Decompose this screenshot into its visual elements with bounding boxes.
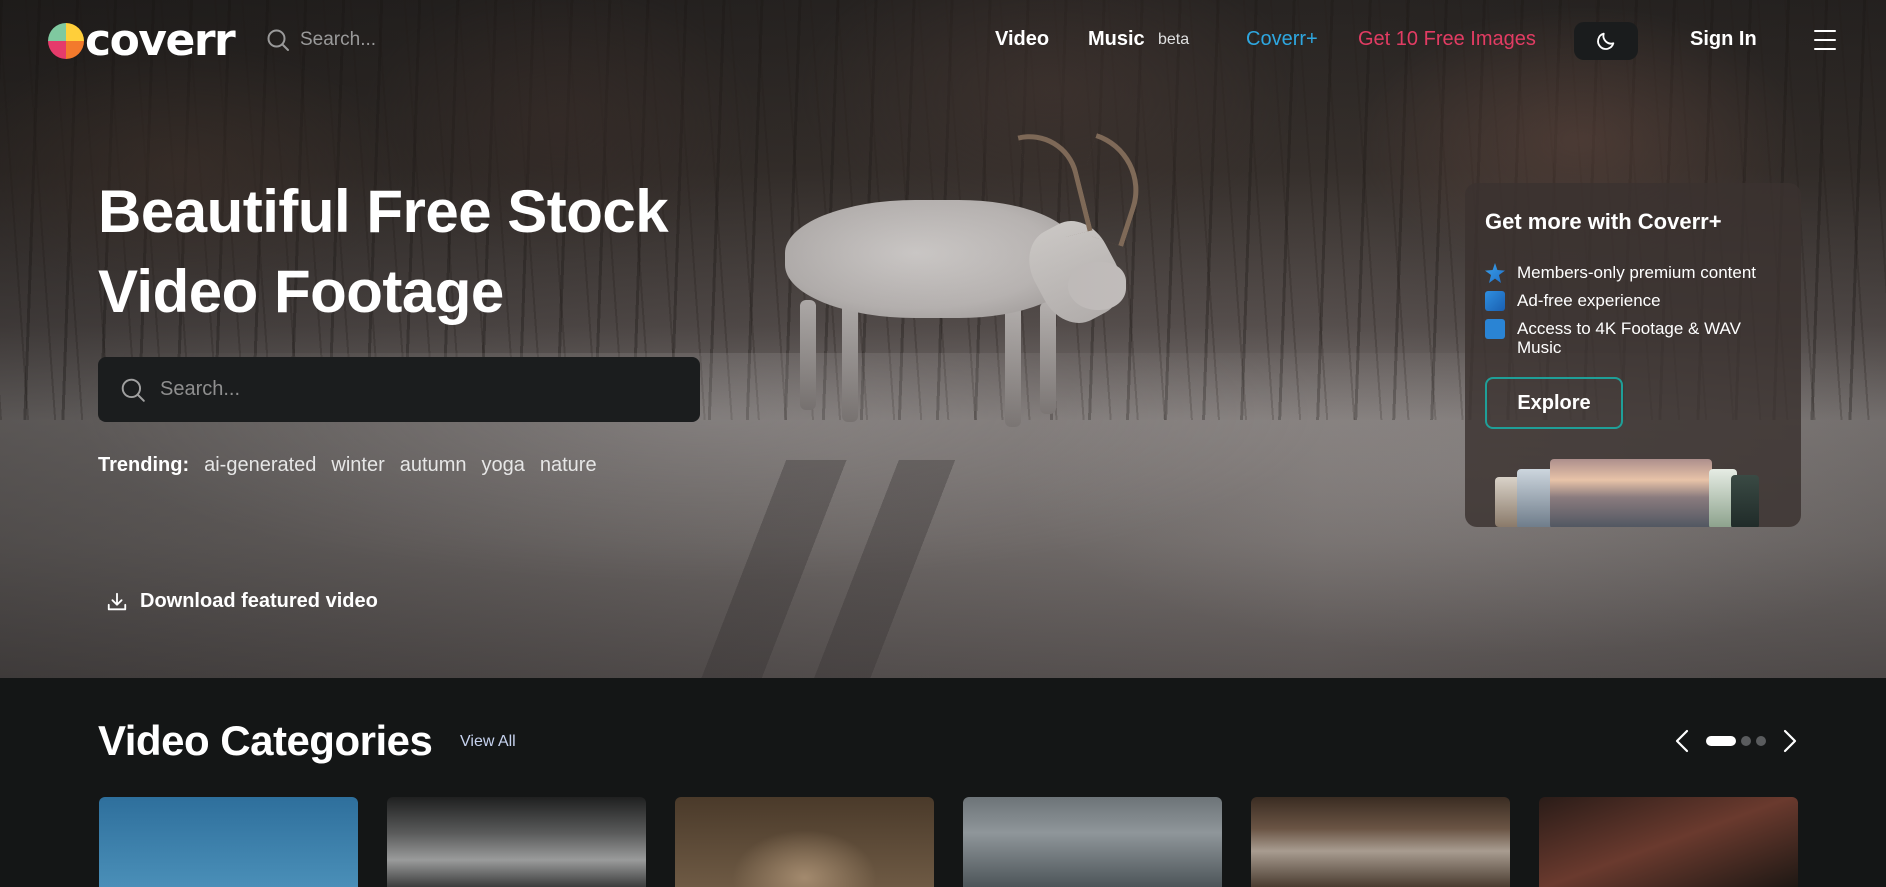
hero-title: Beautiful Free Stock Video Footage <box>98 172 738 332</box>
carousel-dot[interactable] <box>1741 736 1751 746</box>
hero-title-line2: Video Footage <box>98 258 504 325</box>
download-label: Download featured video <box>140 590 378 612</box>
premium-star-icon <box>1485 263 1505 283</box>
category-card[interactable] <box>99 797 358 887</box>
music-beta-badge: beta <box>1158 31 1190 48</box>
logo-mark <box>48 23 84 59</box>
trending-tags: Trending: ai-generated winter autumn yog… <box>98 454 597 477</box>
video-categories-title: Video Categories <box>98 717 433 764</box>
coverr-plus-promo-card: Get more with Coverr+ Members-only premi… <box>1465 183 1801 527</box>
hero-title-line1: Beautiful Free Stock <box>98 178 669 245</box>
nav-coverr-plus-link[interactable]: Coverr+ <box>1246 28 1318 51</box>
download-icon <box>107 592 127 610</box>
trending-tag[interactable]: autumn <box>400 454 467 477</box>
nav-video-link[interactable]: Video <box>995 28 1049 51</box>
search-icon <box>267 29 289 51</box>
promo-thumbnail <box>1550 459 1712 527</box>
trending-tag[interactable]: ai-generated <box>204 454 316 477</box>
download-featured-video-button[interactable]: Download featured video <box>106 590 378 613</box>
carousel-pagination <box>1706 736 1766 746</box>
category-card[interactable] <box>387 797 646 887</box>
category-card[interactable] <box>1251 797 1510 887</box>
nav-free-images-link[interactable]: Get 10 Free Images <box>1358 28 1536 51</box>
promo-thumbnail <box>1731 475 1759 527</box>
benefit-text: Members-only premium content <box>1517 263 1757 282</box>
category-cards <box>99 797 1798 887</box>
promo-benefits-list: Members-only premium content Ad-free exp… <box>1485 263 1785 365</box>
menu-icon[interactable] <box>1814 30 1836 50</box>
benefit-item: Members-only premium content <box>1485 263 1785 283</box>
search-icon <box>121 378 145 402</box>
benefit-item: Ad-free experience <box>1485 291 1785 311</box>
theme-toggle-button[interactable] <box>1574 22 1638 60</box>
carousel-dot[interactable] <box>1756 736 1766 746</box>
chevron-left-icon[interactable] <box>1672 728 1694 754</box>
ad-free-icon <box>1485 291 1505 311</box>
sign-in-link[interactable]: Sign In <box>1690 28 1757 51</box>
coverr-logo[interactable]: coverr <box>48 14 236 68</box>
benefit-text: Access to 4K Footage & WAV Music <box>1517 319 1741 357</box>
trending-label: Trending: <box>98 454 190 476</box>
trending-tag[interactable]: nature <box>540 454 597 477</box>
logo-text: coverr <box>85 15 236 66</box>
explore-button[interactable]: Explore <box>1485 377 1623 429</box>
hero-search-placeholder: Search... <box>160 378 241 400</box>
category-card[interactable] <box>1539 797 1798 887</box>
view-all-link[interactable]: View All <box>460 733 516 751</box>
trending-tag[interactable]: winter <box>331 454 384 477</box>
hero-search-input[interactable]: Search... <box>98 357 700 422</box>
nav-search-placeholder: Search... <box>300 29 377 50</box>
chevron-right-icon[interactable] <box>1778 728 1800 754</box>
category-card[interactable] <box>675 797 934 887</box>
promo-title: Get more with Coverr+ <box>1485 209 1722 234</box>
nav-search[interactable]: Search... <box>266 25 376 55</box>
category-card[interactable] <box>963 797 1222 887</box>
moon-icon <box>1597 32 1615 50</box>
promo-thumbnails <box>1495 459 1785 527</box>
benefit-item: Access to 4K Footage & WAV Music <box>1485 319 1785 357</box>
trending-tag[interactable]: yoga <box>482 454 525 477</box>
top-navigation: coverr Search... Video Music beta Coverr… <box>0 0 1886 82</box>
carousel-dot-active[interactable] <box>1706 736 1736 746</box>
nav-music-link[interactable]: Music <box>1088 28 1145 51</box>
benefit-text: Ad-free experience <box>1517 291 1661 310</box>
4k-icon <box>1485 319 1505 339</box>
categories-carousel-controls <box>1672 728 1800 754</box>
